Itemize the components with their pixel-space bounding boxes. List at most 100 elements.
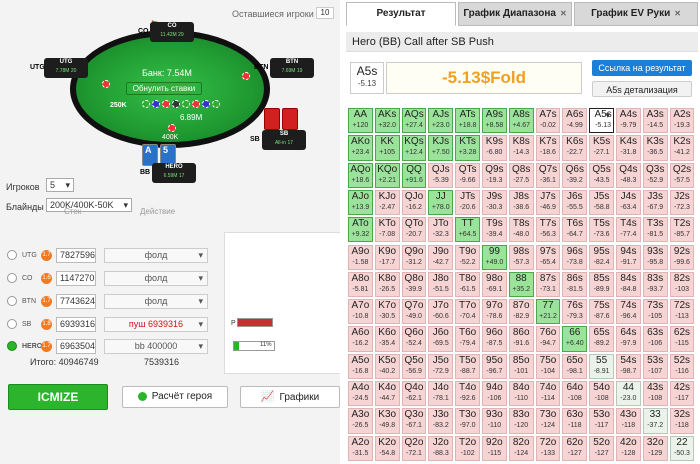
hand-cell-77[interactable]: 77 +21.2 xyxy=(535,299,561,325)
blinds-select[interactable]: 200K/400K-50K xyxy=(46,198,132,212)
hand-cell-63s[interactable]: 63s -106 xyxy=(642,326,668,352)
hand-cell-t4s[interactable]: T4s -77.4 xyxy=(616,217,641,243)
hand-cell-k8o[interactable]: K8o -26.5 xyxy=(374,271,400,298)
hand-cell-55[interactable]: 55 -8.91 xyxy=(589,353,614,379)
hand-detail-button[interactable]: A5s детализация xyxy=(592,81,692,97)
hand-cell-95s[interactable]: 95s -82.4 xyxy=(589,244,614,270)
hand-cell-53o[interactable]: 53o -117 xyxy=(589,408,614,434)
hand-cell-q9s[interactable]: Q9s -19.3 xyxy=(482,162,507,188)
hand-cell-k3s[interactable]: K3s -36.5 xyxy=(642,135,668,161)
hand-cell-kjs[interactable]: KJs +7.50 xyxy=(428,135,454,161)
hand-cell-qq[interactable]: QQ +91.6 xyxy=(401,162,427,188)
seat-hero[interactable]: HERO 6.59M 17 xyxy=(152,163,196,183)
hand-cell-85s[interactable]: 85s -89.9 xyxy=(589,271,614,298)
hand-cell-k4o[interactable]: K4o -44.7 xyxy=(374,381,400,407)
hand-cell-q3o[interactable]: Q3o -67.1 xyxy=(401,408,427,434)
hand-cell-97o[interactable]: 97o -78.6 xyxy=(482,299,507,325)
hand-cell-q2o[interactable]: Q2o -72.1 xyxy=(401,435,427,461)
hand-cell-tt[interactable]: TT +64.5 xyxy=(455,217,480,243)
hand-cell-73s[interactable]: 73s -105 xyxy=(642,299,668,325)
hand-cell-t6s[interactable]: T6s -64.7 xyxy=(562,217,588,243)
hand-cell-87s[interactable]: 87s -73.1 xyxy=(535,271,561,298)
hand-cell-jts[interactable]: JTs -20.6 xyxy=(455,189,480,216)
hand-cell-53s[interactable]: 53s -107 xyxy=(642,353,668,379)
hand-cell-54o[interactable]: 54o -108 xyxy=(589,381,614,407)
hand-cell-32o[interactable]: 32o -129 xyxy=(642,435,668,461)
hand-cell-66[interactable]: 66 +6.40 xyxy=(562,326,588,352)
hand-cell-q3s[interactable]: Q3s -52.9 xyxy=(642,162,668,188)
hand-cell-t3o[interactable]: T3o -97.0 xyxy=(455,408,480,434)
hand-cell-99[interactable]: 99 +49.0 xyxy=(482,244,507,270)
hand-cell-k4s[interactable]: K4s -31.8 xyxy=(616,135,641,161)
hand-cell-q9o[interactable]: Q9o -31.2 xyxy=(401,244,427,270)
hand-cell-73o[interactable]: 73o -124 xyxy=(535,408,561,434)
hand-cell-t9s[interactable]: T9s -39.4 xyxy=(482,217,507,243)
hand-cell-t2o[interactable]: T2o -102 xyxy=(455,435,480,461)
icmize-button[interactable]: ICMIZE xyxy=(8,384,108,410)
hand-cell-84s[interactable]: 84s -84.8 xyxy=(616,271,641,298)
hand-cell-qjo[interactable]: QJo -16.2 xyxy=(401,189,427,216)
hand-cell-a2o[interactable]: A2o -31.5 xyxy=(348,435,373,461)
hand-cell-k2s[interactable]: K2s -41.2 xyxy=(669,135,695,161)
hand-cell-jj[interactable]: JJ +78.0 xyxy=(428,189,454,216)
hand-cell-84o[interactable]: 84o -110 xyxy=(508,381,534,407)
hand-cell-a7s[interactable]: A7s -0.02 xyxy=(535,108,561,134)
hand-cell-j7o[interactable]: J7o -60.6 xyxy=(428,299,454,325)
hand-cell-98s[interactable]: 98s -57.3 xyxy=(508,244,534,270)
hand-cell-t2s[interactable]: T2s -85.7 xyxy=(669,217,695,243)
hand-cell-a3s[interactable]: A3s -14.5 xyxy=(642,108,668,134)
hand-cell-63o[interactable]: 63o -118 xyxy=(562,408,588,434)
hand-cell-93o[interactable]: 93o -110 xyxy=(482,408,507,434)
hand-cell-43s[interactable]: 43s -108 xyxy=(642,381,668,407)
hand-cell-j8o[interactable]: J8o -51.5 xyxy=(428,271,454,298)
hand-cell-72s[interactable]: 72s -113 xyxy=(669,299,695,325)
hand-cell-94s[interactable]: 94s -91.7 xyxy=(616,244,641,270)
radio-btn[interactable] xyxy=(7,296,17,306)
action-select-btn[interactable]: фолд xyxy=(104,294,208,309)
hand-cell-54s[interactable]: 54s -98.7 xyxy=(616,353,641,379)
hand-cell-j3o[interactable]: J3o -83.2 xyxy=(428,408,454,434)
close-icon[interactable]: ✕ xyxy=(674,9,681,18)
tab-range-graph[interactable]: График Диапазона ✕ xyxy=(458,2,572,26)
hand-cell-q7s[interactable]: Q7s -36.1 xyxy=(535,162,561,188)
hand-cell-82s[interactable]: 82s -103 xyxy=(669,271,695,298)
action-select-co[interactable]: фолд xyxy=(104,271,208,286)
stack-input-hero[interactable]: 6963504 xyxy=(56,339,96,354)
hand-cell-qts[interactable]: QTs -9.66 xyxy=(455,162,480,188)
hand-cell-j9o[interactable]: J9o -42.7 xyxy=(428,244,454,270)
hand-cell-a9o[interactable]: A9o -1.58 xyxy=(348,244,373,270)
hand-cell-83o[interactable]: 83o -120 xyxy=(508,408,534,434)
hand-cell-85o[interactable]: 85o -101 xyxy=(508,353,534,379)
hand-cell-96s[interactable]: 96s -73.8 xyxy=(562,244,588,270)
hand-cell-a4o[interactable]: A4o -24.5 xyxy=(348,381,373,407)
hand-cell-76s[interactable]: 76s -79.3 xyxy=(562,299,588,325)
hand-cell-t6o[interactable]: T6o -79.4 xyxy=(455,326,480,352)
hand-cell-t7s[interactable]: T7s -56.3 xyxy=(535,217,561,243)
hand-cell-a8o[interactable]: A8o -5.81 xyxy=(348,271,373,298)
hand-cell-a7o[interactable]: A7o -10.8 xyxy=(348,299,373,325)
hand-cell-k6s[interactable]: K6s -22.7 xyxy=(562,135,588,161)
hand-cell-k6o[interactable]: K6o -35.4 xyxy=(374,326,400,352)
hand-cell-j7s[interactable]: J7s -46.9 xyxy=(535,189,561,216)
action-select-hero[interactable]: bb 400000 xyxy=(104,339,208,354)
hand-cell-42s[interactable]: 42s -117 xyxy=(669,381,695,407)
seat-utg[interactable]: UTG 7.78M 20 xyxy=(44,58,88,78)
hand-cell-86o[interactable]: 86o -91.6 xyxy=(508,326,534,352)
hand-cell-96o[interactable]: 96o -87.5 xyxy=(482,326,507,352)
players-left-value[interactable]: 10 xyxy=(316,7,334,19)
tab-ev-graph[interactable]: График EV Руки ✕ xyxy=(574,2,698,26)
hand-cell-52s[interactable]: 52s -116 xyxy=(669,353,695,379)
radio-hero[interactable] xyxy=(7,341,17,351)
hand-cell-q4o[interactable]: Q4o -62.1 xyxy=(401,381,427,407)
hand-cell-ajo[interactable]: AJo +13.9 xyxy=(348,189,373,216)
hand-cell-62o[interactable]: 62o -127 xyxy=(562,435,588,461)
seat-sb[interactable]: SB All-in 17 xyxy=(262,130,306,150)
close-icon[interactable]: ✕ xyxy=(560,9,567,18)
hand-cell-kqs[interactable]: KQs +12.4 xyxy=(401,135,427,161)
hand-cell-a9s[interactable]: A9s +8.58 xyxy=(482,108,507,134)
radio-co[interactable] xyxy=(7,273,17,283)
hand-cell-j4o[interactable]: J4o -78.1 xyxy=(428,381,454,407)
hand-cell-a5o[interactable]: A5o -16.8 xyxy=(348,353,373,379)
hand-cell-75o[interactable]: 75o -104 xyxy=(535,353,561,379)
hand-cell-k5o[interactable]: K5o -40.2 xyxy=(374,353,400,379)
